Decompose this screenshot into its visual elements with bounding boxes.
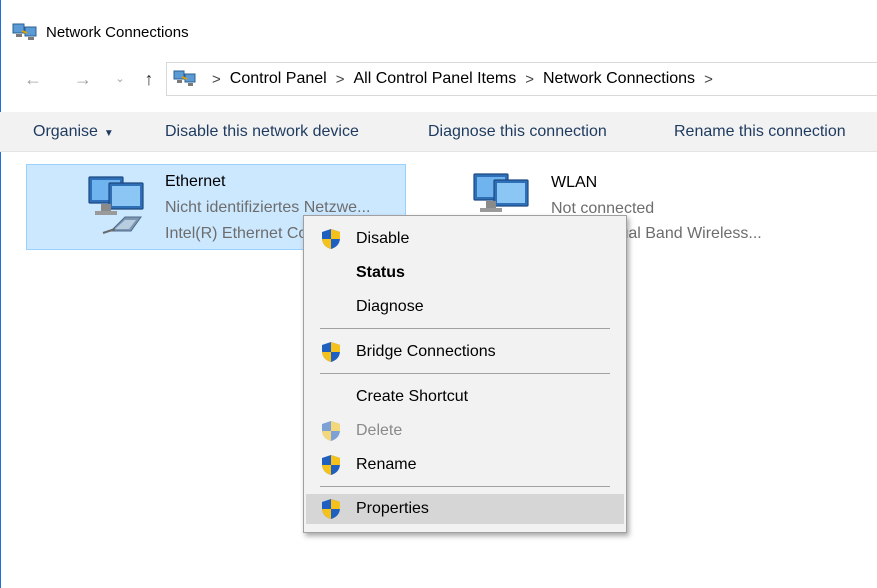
uac-shield-icon bbox=[320, 454, 342, 476]
breadcrumb-network-connections[interactable]: Network Connections bbox=[543, 70, 695, 88]
breadcrumb-all-items[interactable]: All Control Panel Items bbox=[353, 70, 516, 88]
recent-locations-button[interactable]: ⌄ bbox=[109, 68, 131, 90]
menu-item-label: Diagnose bbox=[356, 298, 424, 315]
menu-item-bridge-connections[interactable]: Bridge Connections bbox=[306, 337, 624, 367]
menu-item-label: Disable bbox=[356, 230, 410, 247]
uac-shield-icon bbox=[320, 341, 342, 363]
breadcrumb-separator[interactable]: > bbox=[704, 71, 713, 88]
menu-item-disable[interactable]: Disable bbox=[306, 224, 624, 254]
menu-item-rename[interactable]: Rename bbox=[306, 450, 624, 480]
menu-item-label: Properties bbox=[356, 500, 429, 517]
up-button[interactable]: ↑ bbox=[138, 68, 160, 90]
back-button[interactable]: ← bbox=[22, 68, 44, 90]
address-bar[interactable]: > Control Panel > All Control Panel Item… bbox=[166, 62, 877, 96]
diagnose-connection-button[interactable]: Diagnose this connection bbox=[428, 112, 607, 152]
context-menu: Disable Status Diagnose Bridge Connectio… bbox=[303, 215, 627, 533]
title-bar: Network Connections bbox=[12, 20, 189, 44]
rename-connection-button[interactable]: Rename this connection bbox=[674, 112, 846, 152]
caret-down-icon: ▼ bbox=[103, 128, 114, 139]
menu-separator bbox=[320, 328, 610, 329]
menu-item-label: Bridge Connections bbox=[356, 343, 496, 360]
breadcrumb-control-panel[interactable]: Control Panel bbox=[230, 70, 327, 88]
uac-shield-icon bbox=[320, 498, 342, 520]
menu-item-label: Rename bbox=[356, 456, 417, 473]
menu-item-properties[interactable]: Properties bbox=[306, 494, 624, 524]
connection-name: WLAN bbox=[551, 174, 598, 191]
network-connections-icon bbox=[12, 23, 38, 41]
menu-item-create-shortcut[interactable]: Create Shortcut bbox=[306, 382, 624, 412]
forward-button[interactable]: → bbox=[72, 68, 94, 90]
connection-name: Ethernet bbox=[165, 173, 226, 190]
menu-item-label: Status bbox=[356, 264, 405, 281]
control-panel-icon bbox=[173, 70, 197, 88]
menu-item-label: Delete bbox=[356, 422, 403, 439]
disable-device-button[interactable]: Disable this network device bbox=[165, 112, 359, 152]
uac-shield-icon bbox=[320, 228, 342, 250]
breadcrumb-separator[interactable]: > bbox=[525, 71, 534, 88]
organise-button[interactable]: Organise ▼ bbox=[33, 112, 114, 152]
breadcrumb-separator[interactable]: > bbox=[212, 71, 221, 88]
address-row: ← → ⌄ ↑ > Control Panel > All Control Pa… bbox=[0, 62, 877, 96]
organise-label: Organise bbox=[33, 123, 98, 140]
menu-separator bbox=[320, 486, 610, 487]
menu-item-delete[interactable]: Delete bbox=[306, 416, 624, 446]
uac-shield-icon bbox=[320, 420, 342, 442]
breadcrumb-separator[interactable]: > bbox=[336, 71, 345, 88]
menu-item-status[interactable]: Status bbox=[306, 258, 624, 288]
menu-item-label: Create Shortcut bbox=[356, 388, 469, 405]
window-title: Network Connections bbox=[46, 23, 189, 41]
menu-item-diagnose[interactable]: Diagnose bbox=[306, 292, 624, 322]
ethernet-adapter-icon bbox=[81, 171, 151, 241]
menu-separator bbox=[320, 373, 610, 374]
command-bar: Organise ▼ Disable this network device Di… bbox=[0, 112, 877, 152]
